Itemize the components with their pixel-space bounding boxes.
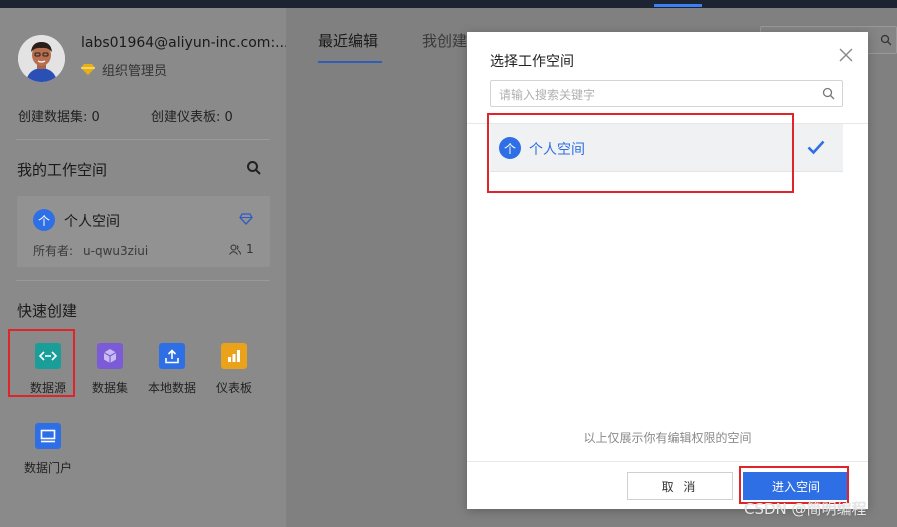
workspace-avatar-char: 个: [37, 213, 50, 228]
quick-create-local-data[interactable]: 本地数据: [141, 343, 203, 396]
workspace-gem-icon: [239, 213, 253, 225]
highlight-annotation: [487, 113, 794, 193]
close-icon[interactable]: [839, 48, 853, 62]
avatar-illustration-icon: [18, 35, 65, 82]
my-workspaces-title: 我的工作空间: [17, 161, 108, 179]
workspace-search-input[interactable]: 请输入搜索关键字: [490, 80, 843, 107]
quick-create-dataset[interactable]: 数据集: [79, 343, 141, 396]
workspace-member-count: 1: [246, 242, 254, 256]
workspace-avatar-icon: 个: [33, 209, 55, 231]
search-placeholder: 请输入搜索关键字: [499, 88, 596, 102]
workspace-name: 个人空间: [64, 214, 120, 230]
dialog-title: 选择工作空间: [490, 54, 574, 70]
search-icon: [822, 87, 835, 100]
top-navigation-bar: [0, 0, 897, 8]
dataset-cube-icon: [97, 343, 123, 369]
divider: [16, 280, 270, 281]
sidebar: labs01964@aliyun-inc.com:... 组织管理员 创建数据集…: [0, 8, 289, 527]
user-stats: 创建数据集: 0 创建仪表板: 0: [18, 106, 233, 125]
quick-item-label: 本地数据: [147, 381, 196, 395]
divider: [16, 139, 270, 140]
workspace-owner: 所有者: u-qwu3ziui: [33, 242, 148, 259]
workspace-members: 1: [229, 242, 254, 256]
active-tab-indicator: [654, 4, 702, 7]
search-icon: [880, 34, 892, 46]
user-profile: labs01964@aliyun-inc.com:... 组织管理员: [18, 35, 289, 87]
quick-create-title: 快速创建: [17, 302, 78, 320]
upload-icon: [159, 343, 185, 369]
quick-item-label: 数据集: [91, 381, 128, 395]
quick-create-dashboard[interactable]: 仪表板: [203, 343, 265, 396]
admin-diamond-icon: [81, 64, 95, 75]
workspace-search-icon[interactable]: [246, 160, 262, 176]
tab-underline: [318, 61, 382, 63]
cancel-button[interactable]: 取 消: [627, 472, 733, 500]
user-email: labs01964@aliyun-inc.com:...: [81, 35, 289, 51]
bar-chart-icon: [221, 343, 247, 369]
stat-datasets-created: 创建数据集: 0: [18, 110, 100, 125]
select-workspace-dialog: 选择工作空间 请输入搜索关键字 个 个人空间 以上仅展示你有编辑权限的空间 取 …: [467, 32, 868, 509]
check-icon: [807, 140, 825, 155]
workspace-card[interactable]: 个 个人空间 所有者: u-qwu3ziui 1: [17, 196, 270, 267]
quick-item-label: 数据门户: [23, 461, 72, 475]
stat-dashboards-created: 创建仪表板: 0: [151, 110, 233, 125]
divider: [467, 461, 868, 462]
user-role-label: 组织管理员: [102, 64, 168, 79]
tab-recent-edits[interactable]: 最近编辑: [318, 30, 378, 51]
quick-create-data-portal[interactable]: 数据门户: [17, 423, 79, 476]
members-icon: [229, 244, 241, 255]
permission-note: 以上仅展示你有编辑权限的空间: [583, 431, 752, 445]
workspace-owner-label: 所有者:: [33, 244, 74, 258]
workspace-owner-value: u-qwu3ziui: [83, 244, 149, 258]
avatar[interactable]: [18, 35, 65, 82]
user-role: 组织管理员: [81, 60, 167, 79]
tab-created-by-me[interactable]: 我创建: [422, 30, 467, 51]
watermark: CSDN @简明编程: [744, 500, 867, 518]
highlight-annotation: [8, 329, 75, 397]
portal-icon: [35, 423, 61, 449]
quick-item-label: 仪表板: [215, 381, 252, 395]
